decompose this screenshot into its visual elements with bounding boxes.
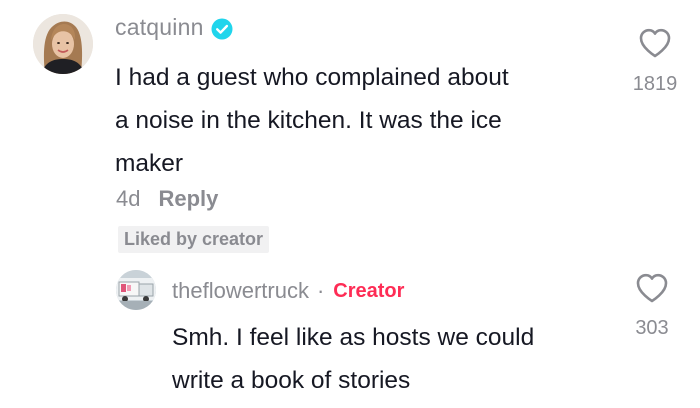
reply-text: Smh. I feel like as hosts we could write… [172,316,612,402]
username-text[interactable]: catquinn [115,14,204,41]
reply-text-line: Smh. I feel like as hosts we could [172,324,535,351]
avatar[interactable] [116,270,156,310]
like-count: 303 [635,317,669,339]
reply-username[interactable]: theflowertruck [172,278,309,304]
comment-text-line: I had a guest who complained about [115,64,509,91]
heart-outline-icon[interactable] [635,272,669,304]
comment-text-line: a noise in the kitchen. It was the ice [115,107,502,134]
like-column: 1819 [627,27,683,96]
reply-header: theflowertruck · Creator [172,278,404,304]
comment-text: I had a guest who complained about a noi… [115,56,595,185]
like-column: 303 [624,272,680,340]
heart-outline-icon[interactable] [638,27,672,59]
reply-button[interactable]: Reply [158,186,218,212]
comment-meta: 4d Reply [116,186,218,212]
creator-badge: Creator [333,279,405,302]
reply-item: theflowertruck · Creator Smh. I feel lik… [0,260,700,408]
comment-age: 4d [116,186,141,211]
comment-username[interactable]: catquinn [115,14,233,41]
liked-by-creator-badge: Liked by creator [118,226,270,253]
avatar-image [116,270,156,310]
like-count: 1819 [632,73,678,95]
comment-item: catquinn I had a guest who complained ab… [0,0,700,260]
comment-text-line: maker [115,150,184,177]
avatar[interactable] [33,14,93,74]
verified-check-icon [211,18,233,39]
reply-text-line: write a book of stories [172,367,411,394]
avatar-image [33,14,93,74]
separator-dot: · [316,278,325,303]
